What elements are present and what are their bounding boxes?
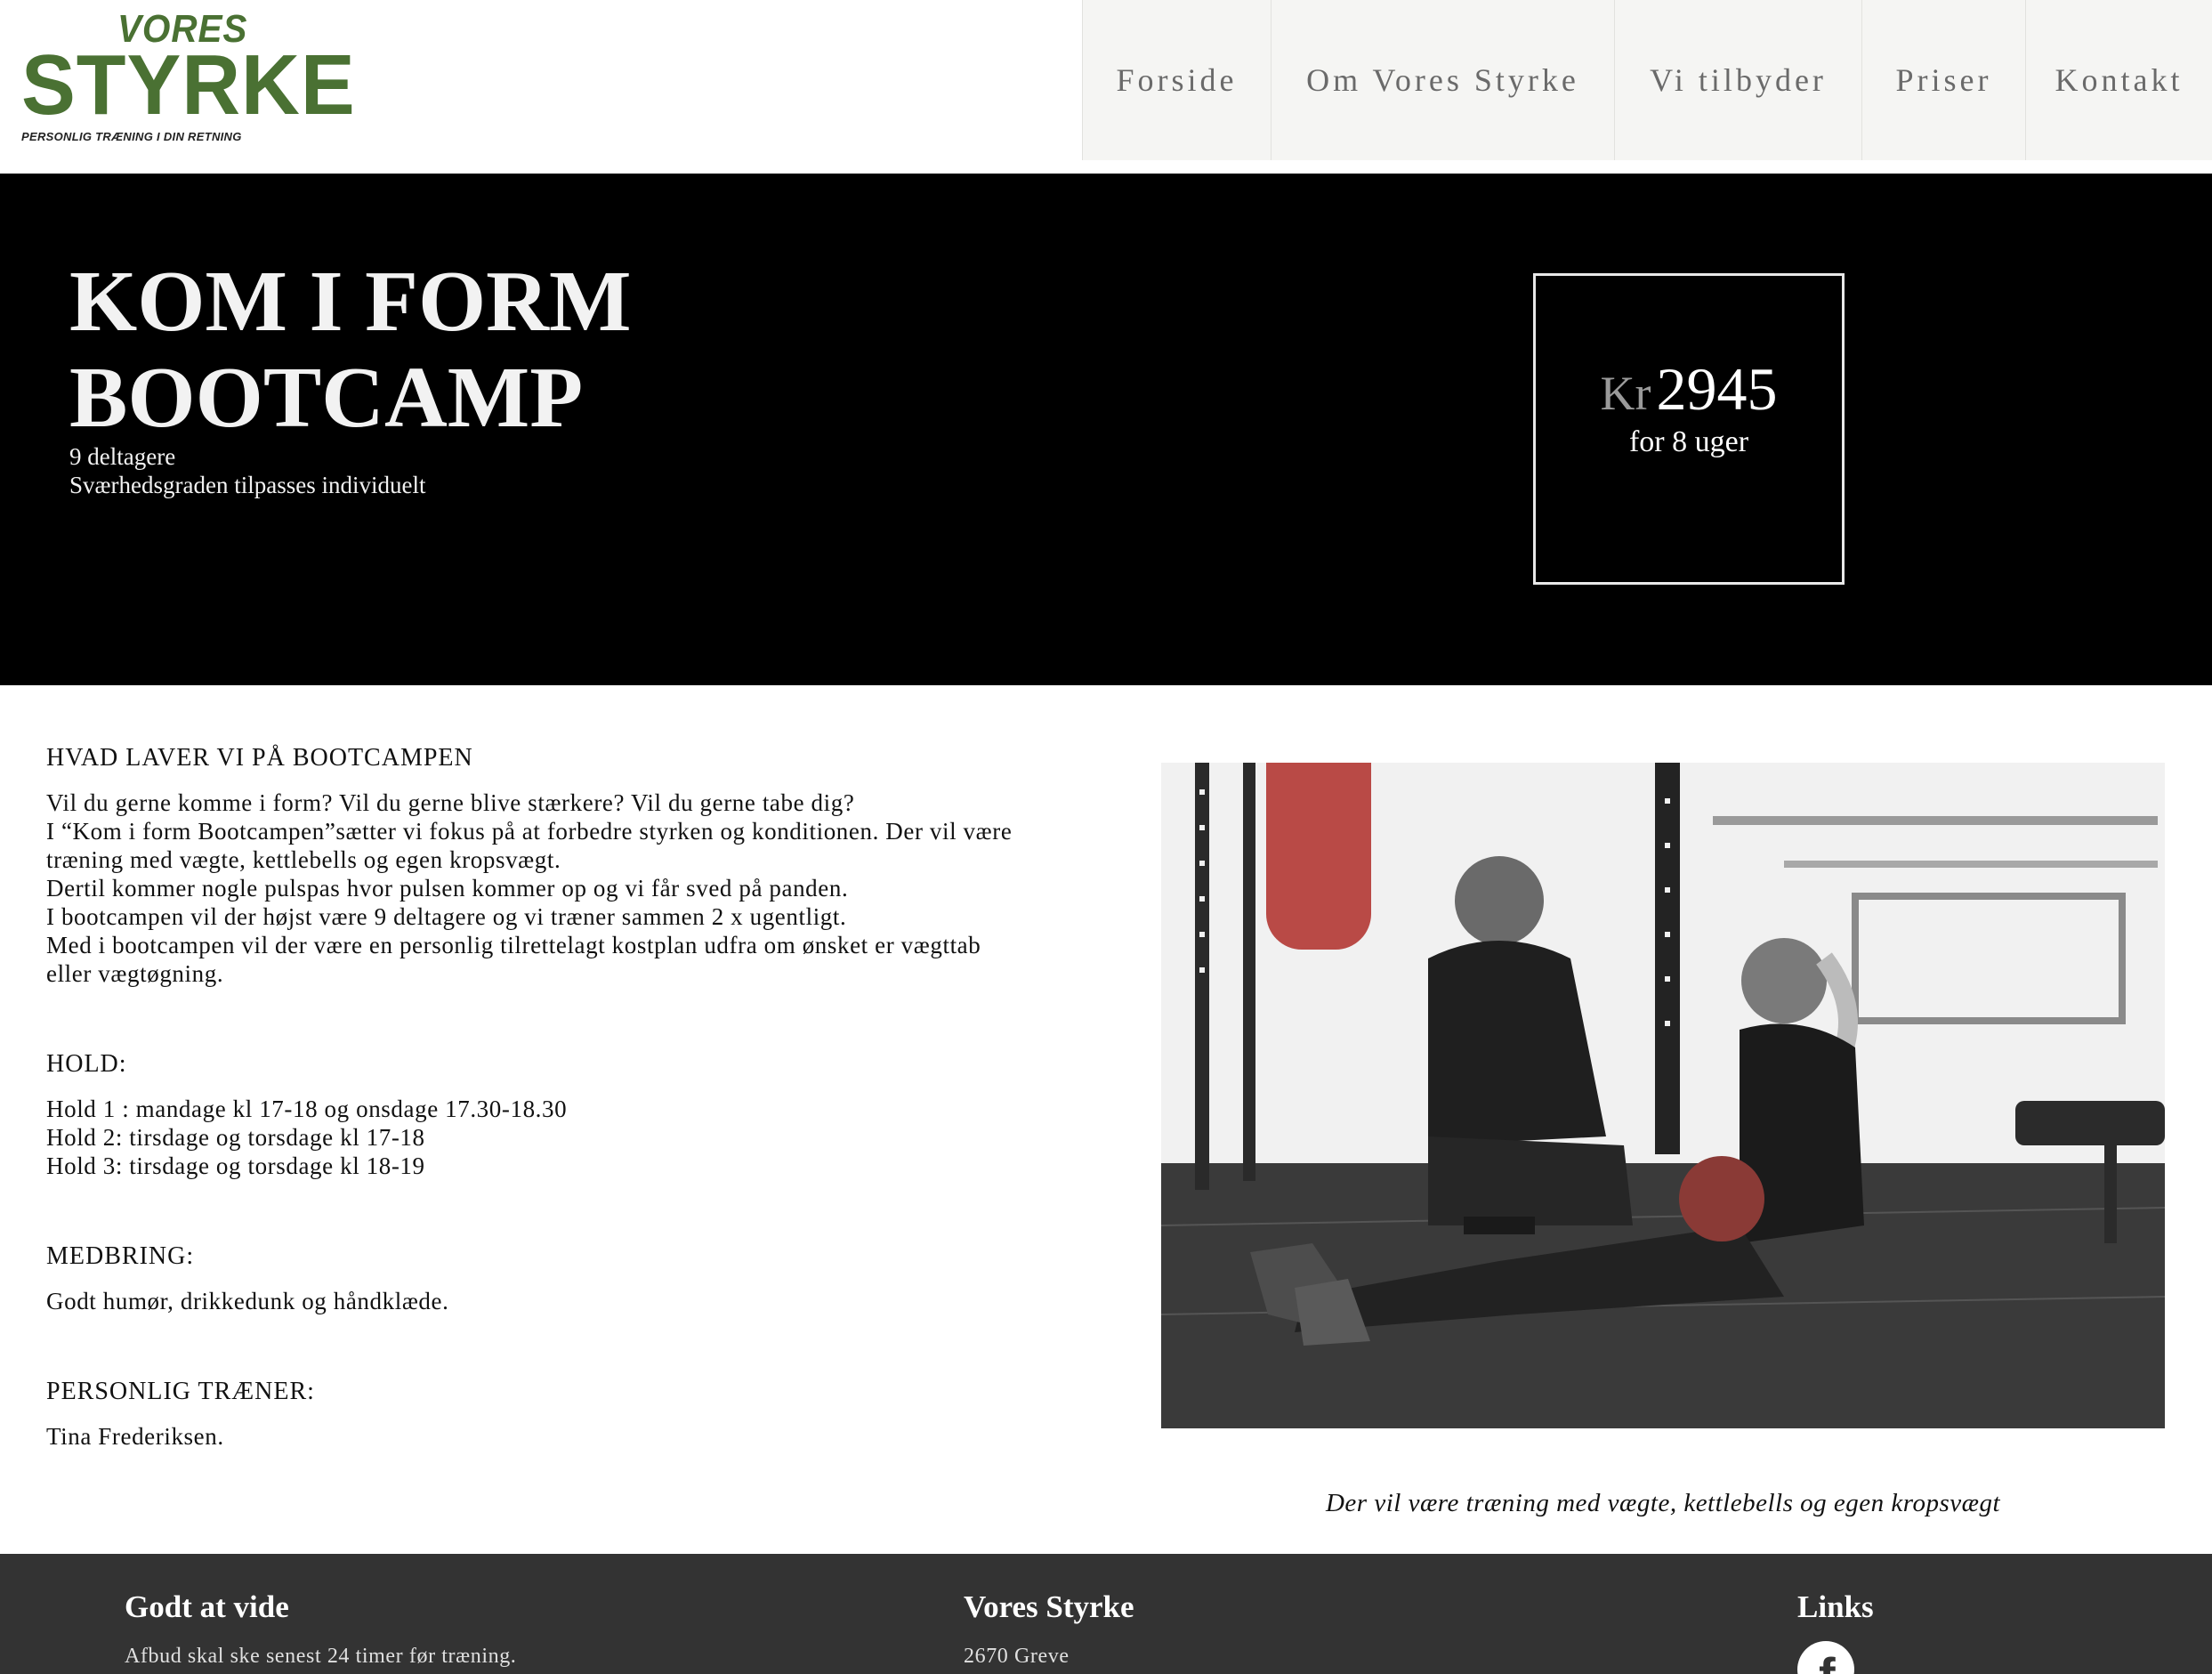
title-line: KOM I FORM [69, 254, 632, 350]
nav-item-forside[interactable]: Forside [1082, 0, 1271, 160]
bootcamp-description: HVAD LAVER VI PÅ BOOTCAMPEN Vil du gerne… [46, 744, 1114, 1451]
body-line: Hold 2: tirsdage og torsdage kl 17-18 [46, 1124, 425, 1151]
site-footer: Godt at vide Afbud skal ske senest 24 ti… [0, 1554, 2212, 1674]
body-line: Tina Frederiksen. [46, 1423, 224, 1450]
body-line: Dertil kommer nogle pulspas hvor pulsen … [46, 875, 849, 902]
price-line: Kr2945 [1536, 354, 1842, 425]
hero-subtitle: 9 deltagere Sværhedsgraden tilpasses ind… [69, 442, 425, 499]
footer-col-links: Links [1797, 1589, 1874, 1625]
hero-banner: KOM I FORM BOOTCAMP 9 deltagere Sværheds… [0, 174, 2212, 685]
body-line: I “Kom i form Bootcampen”sætter vi fokus… [46, 818, 1013, 845]
main-nav: Forside Om Vores Styrke Vi tilbyder Pris… [1082, 0, 2212, 160]
nav-item-priser[interactable]: Priser [1861, 0, 2025, 160]
difficulty-text: Sværhedsgraden tilpasses individuelt [69, 472, 426, 498]
logo-tagline: PERSONLIG TRÆNING I DIN RETNING [21, 130, 242, 143]
training-photo [1161, 763, 2165, 1428]
logo[interactable]: VORES STYRKE PERSONLIG TRÆNING I DIN RET… [21, 7, 355, 150]
nav-item-vi-tilbyder[interactable]: Vi tilbyder [1614, 0, 1861, 160]
section-title: HVAD LAVER VI PÅ BOOTCAMPEN [46, 744, 473, 772]
body-line: Hold 3: tirsdage og torsdage kl 18-19 [46, 1152, 425, 1179]
body-line: træning med vægte, kettlebells og egen k… [46, 846, 561, 873]
body-line: I bootcampen vil der højst være 9 deltag… [46, 903, 847, 930]
photo-caption: Der vil være træning med vægte, kettlebe… [1325, 1489, 2001, 1517]
footer-heading: Godt at vide [125, 1589, 289, 1624]
section-body: Tina Frederiksen. [46, 1422, 1114, 1451]
footer-col-info: Godt at vide Afbud skal ske senest 24 ti… [125, 1589, 516, 1669]
section-title: MEDBRING: [46, 1242, 195, 1270]
title-line: BOOTCAMP [69, 350, 584, 446]
body-line: Hold 1 : mandage kl 17-18 og onsdage 17.… [46, 1096, 568, 1122]
price-amount: 2945 [1656, 355, 1778, 423]
body-line: Med i bootcampen vil der være en personl… [46, 932, 981, 958]
footer-text: Afbud skal ske senest 24 timer før træni… [125, 1645, 517, 1668]
price-period: for 8 uger [1628, 425, 1749, 458]
participants-text: 9 deltagere [69, 443, 176, 470]
logo-word-styrke: STYRKE [21, 37, 356, 133]
body-line: Vil du gerne komme i form? Vil du gerne … [46, 789, 855, 816]
nav-item-om-vores-styrke[interactable]: Om Vores Styrke [1271, 0, 1614, 160]
section-body: Hold 1 : mandage kl 17-18 og onsdage 17.… [46, 1095, 1114, 1180]
footer-heading: Links [1797, 1589, 1874, 1624]
body-line: eller vægtøgning. [46, 960, 224, 987]
price-box: Kr2945 for 8 uger [1533, 273, 1845, 585]
section-title: HOLD: [46, 1050, 127, 1078]
price-currency: Kr [1600, 367, 1651, 420]
page-title: KOM I FORM BOOTCAMP [69, 254, 870, 446]
nav-item-kontakt[interactable]: Kontakt [2025, 0, 2212, 160]
site-header: VORES STYRKE PERSONLIG TRÆNING I DIN RET… [0, 0, 2212, 174]
footer-heading: Vores Styrke [964, 1589, 1134, 1624]
footer-col-address: Vores Styrke 2670 Greve [964, 1589, 1134, 1669]
section-body: Godt humør, drikkedunk og håndklæde. [46, 1287, 1114, 1315]
section-body: Vil du gerne komme i form? Vil du gerne … [46, 788, 1114, 988]
footer-text: 2670 Greve [964, 1645, 1070, 1668]
section-title: PERSONLIG TRÆNER: [46, 1378, 315, 1405]
body-line: Godt humør, drikkedunk og håndklæde. [46, 1288, 449, 1314]
